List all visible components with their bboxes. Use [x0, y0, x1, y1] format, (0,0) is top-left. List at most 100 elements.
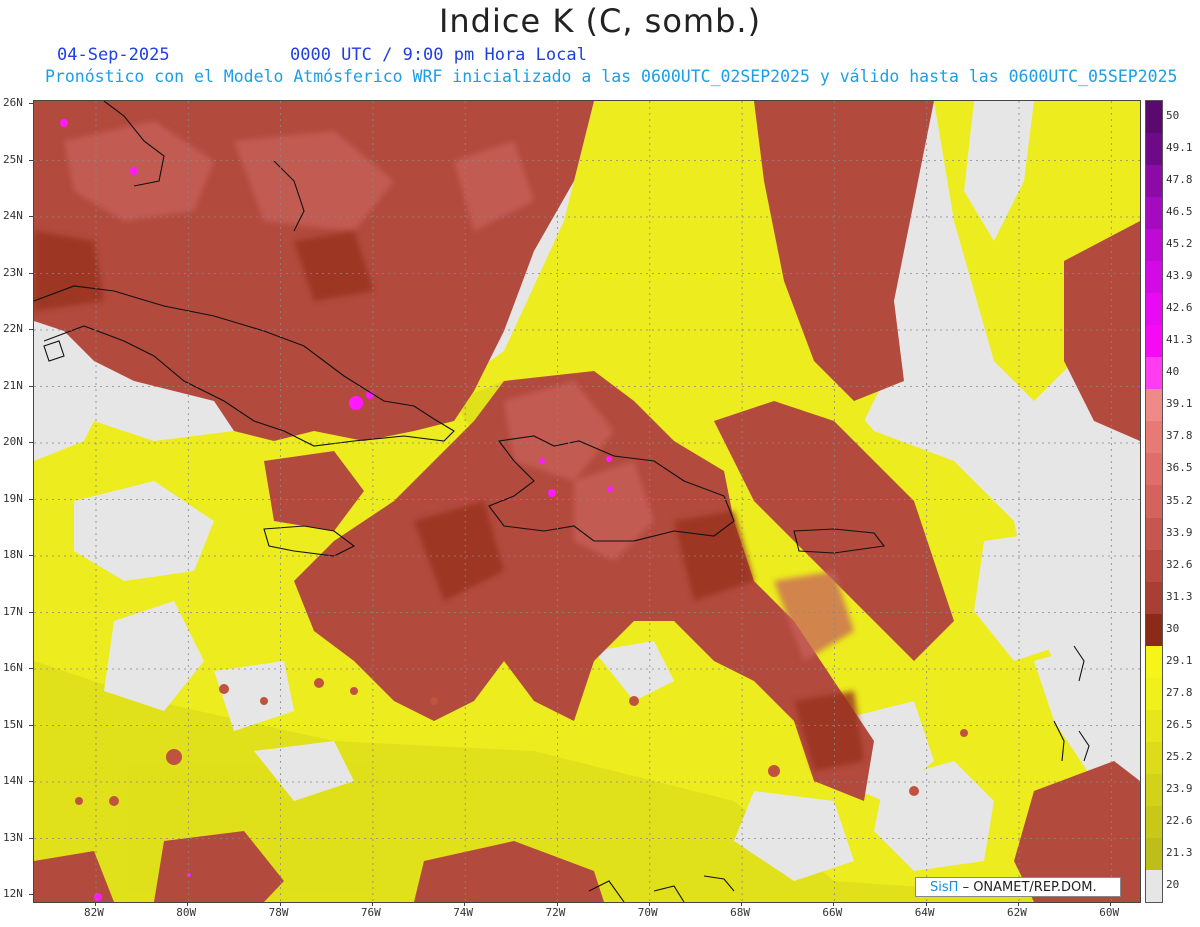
lon-label: 82W [84, 906, 104, 919]
lon-label: 80W [176, 906, 197, 919]
lon-label: 60W [1099, 906, 1120, 919]
colorbar-segment [1146, 485, 1162, 518]
colorbar-segment [1146, 229, 1162, 262]
colorbar-segment [1146, 549, 1162, 583]
lat-tick [29, 668, 33, 669]
colorbar-segment [1146, 165, 1162, 198]
lon-tick [95, 902, 96, 906]
forecast-date: 04-Sep-2025 [57, 45, 170, 65]
colorbar-label: 21.3 [1166, 845, 1193, 859]
lon-tick [1110, 902, 1112, 906]
lon-label: 78W [268, 906, 289, 919]
forecast-time: 0000 UTC / 9:00 pm Hora Local [290, 45, 587, 65]
lon-tick [187, 902, 189, 906]
lat-tick [29, 611, 33, 613]
colorbar-label: 25.2 [1166, 749, 1193, 763]
lat-label: 19N [3, 491, 23, 505]
lon-label: 66W [822, 906, 843, 919]
lon-label: 72W [545, 906, 566, 919]
lat-tick [29, 216, 33, 217]
lat-label: 14N [3, 774, 23, 787]
colorbar-label: 33.9 [1166, 525, 1193, 539]
colorbar-label: 29.1 [1166, 653, 1193, 667]
lat-tick [29, 837, 33, 839]
colorbar-label: 43.9 [1166, 269, 1193, 283]
k-index-field [34, 101, 1140, 902]
lat-tick [29, 103, 33, 104]
colorbar-label: 37.8 [1166, 429, 1193, 443]
lon-label: 76W [360, 906, 381, 919]
colorbar-label: 36.5 [1166, 461, 1193, 475]
lon-tick [371, 902, 373, 906]
colorbar-label: 20 [1166, 877, 1180, 891]
colorbar-label: 42.6 [1166, 301, 1193, 315]
colorbar-label: 40 [1166, 365, 1180, 379]
colorbar [1145, 100, 1163, 903]
colorbar-label: 31.3 [1166, 589, 1193, 603]
lat-label: 16N [3, 661, 23, 674]
colorbar-segment [1146, 197, 1162, 230]
lat-label: 25N [3, 152, 23, 166]
lat-tick [29, 272, 33, 274]
credit-brand: SisΠ [930, 880, 959, 895]
colorbar-label: 30 [1166, 621, 1180, 635]
colorbar-segment [1146, 837, 1162, 871]
lon-tick [833, 902, 835, 906]
lat-label: 18N [3, 548, 23, 561]
colorbar-label: 46.5 [1166, 205, 1193, 219]
lat-label: 12N [3, 887, 23, 900]
colorbar-label: 35.2 [1166, 493, 1193, 507]
lon-label: 70W [637, 906, 658, 919]
colorbar-segment [1146, 773, 1162, 807]
lat-tick [29, 329, 33, 330]
colorbar-segment [1146, 709, 1162, 743]
colorbar-segment [1146, 869, 1162, 903]
lon-tick [464, 902, 466, 906]
colorbar-segment [1146, 325, 1162, 358]
colorbar-label: 23.9 [1166, 781, 1193, 795]
lat-tick [29, 555, 33, 556]
lon-label: 62W [1007, 906, 1027, 919]
lat-tick [29, 498, 33, 500]
lat-label: 15N [3, 717, 23, 731]
lat-tick [29, 781, 33, 782]
colorbar-segment [1146, 389, 1162, 422]
lon-tick [741, 902, 743, 906]
lat-label: 22N [3, 322, 23, 335]
lat-label: 13N [3, 830, 23, 844]
lat-label: 21N [3, 378, 23, 392]
lat-label: 26N [3, 96, 23, 109]
colorbar-segment [1146, 453, 1162, 486]
lat-tick [29, 894, 33, 895]
colorbar-segment [1146, 101, 1162, 134]
colorbar-segment [1146, 805, 1162, 839]
colorbar-label: 49.1 [1166, 141, 1193, 155]
colorbar-label: 45.2 [1166, 237, 1193, 251]
colorbar-segment [1146, 613, 1162, 647]
lon-label: 74W [453, 906, 474, 919]
lat-label: 24N [3, 209, 23, 222]
lat-tick [29, 442, 33, 443]
colorbar-label: 26.5 [1166, 717, 1193, 731]
lon-tick [925, 902, 927, 906]
lon-label: 68W [730, 906, 750, 919]
lon-tick [556, 902, 558, 906]
colorbar-segment [1146, 133, 1162, 166]
lat-label: 23N [3, 265, 23, 279]
credit-box: SisΠ – ONAMET/REP.DOM. [915, 877, 1121, 897]
colorbar-label: 50 [1166, 109, 1180, 123]
colorbar-label: 47.8 [1166, 173, 1193, 187]
lon-label: 64W [914, 906, 935, 919]
lat-tick [29, 159, 33, 161]
map-title: Indice K (C, somb.) [438, 2, 762, 40]
lon-tick [1018, 902, 1019, 906]
colorbar-segment [1146, 645, 1162, 679]
colorbar-segment [1146, 741, 1162, 775]
colorbar-label: 39.1 [1166, 397, 1193, 411]
colorbar-segment [1146, 357, 1162, 390]
credit-org: – ONAMET/REP.DOM. [962, 880, 1097, 895]
colorbar-label: 22.6 [1166, 813, 1193, 827]
colorbar-segment [1146, 421, 1162, 454]
colorbar-label: 32.6 [1166, 557, 1193, 571]
colorbar-segment [1146, 293, 1162, 326]
